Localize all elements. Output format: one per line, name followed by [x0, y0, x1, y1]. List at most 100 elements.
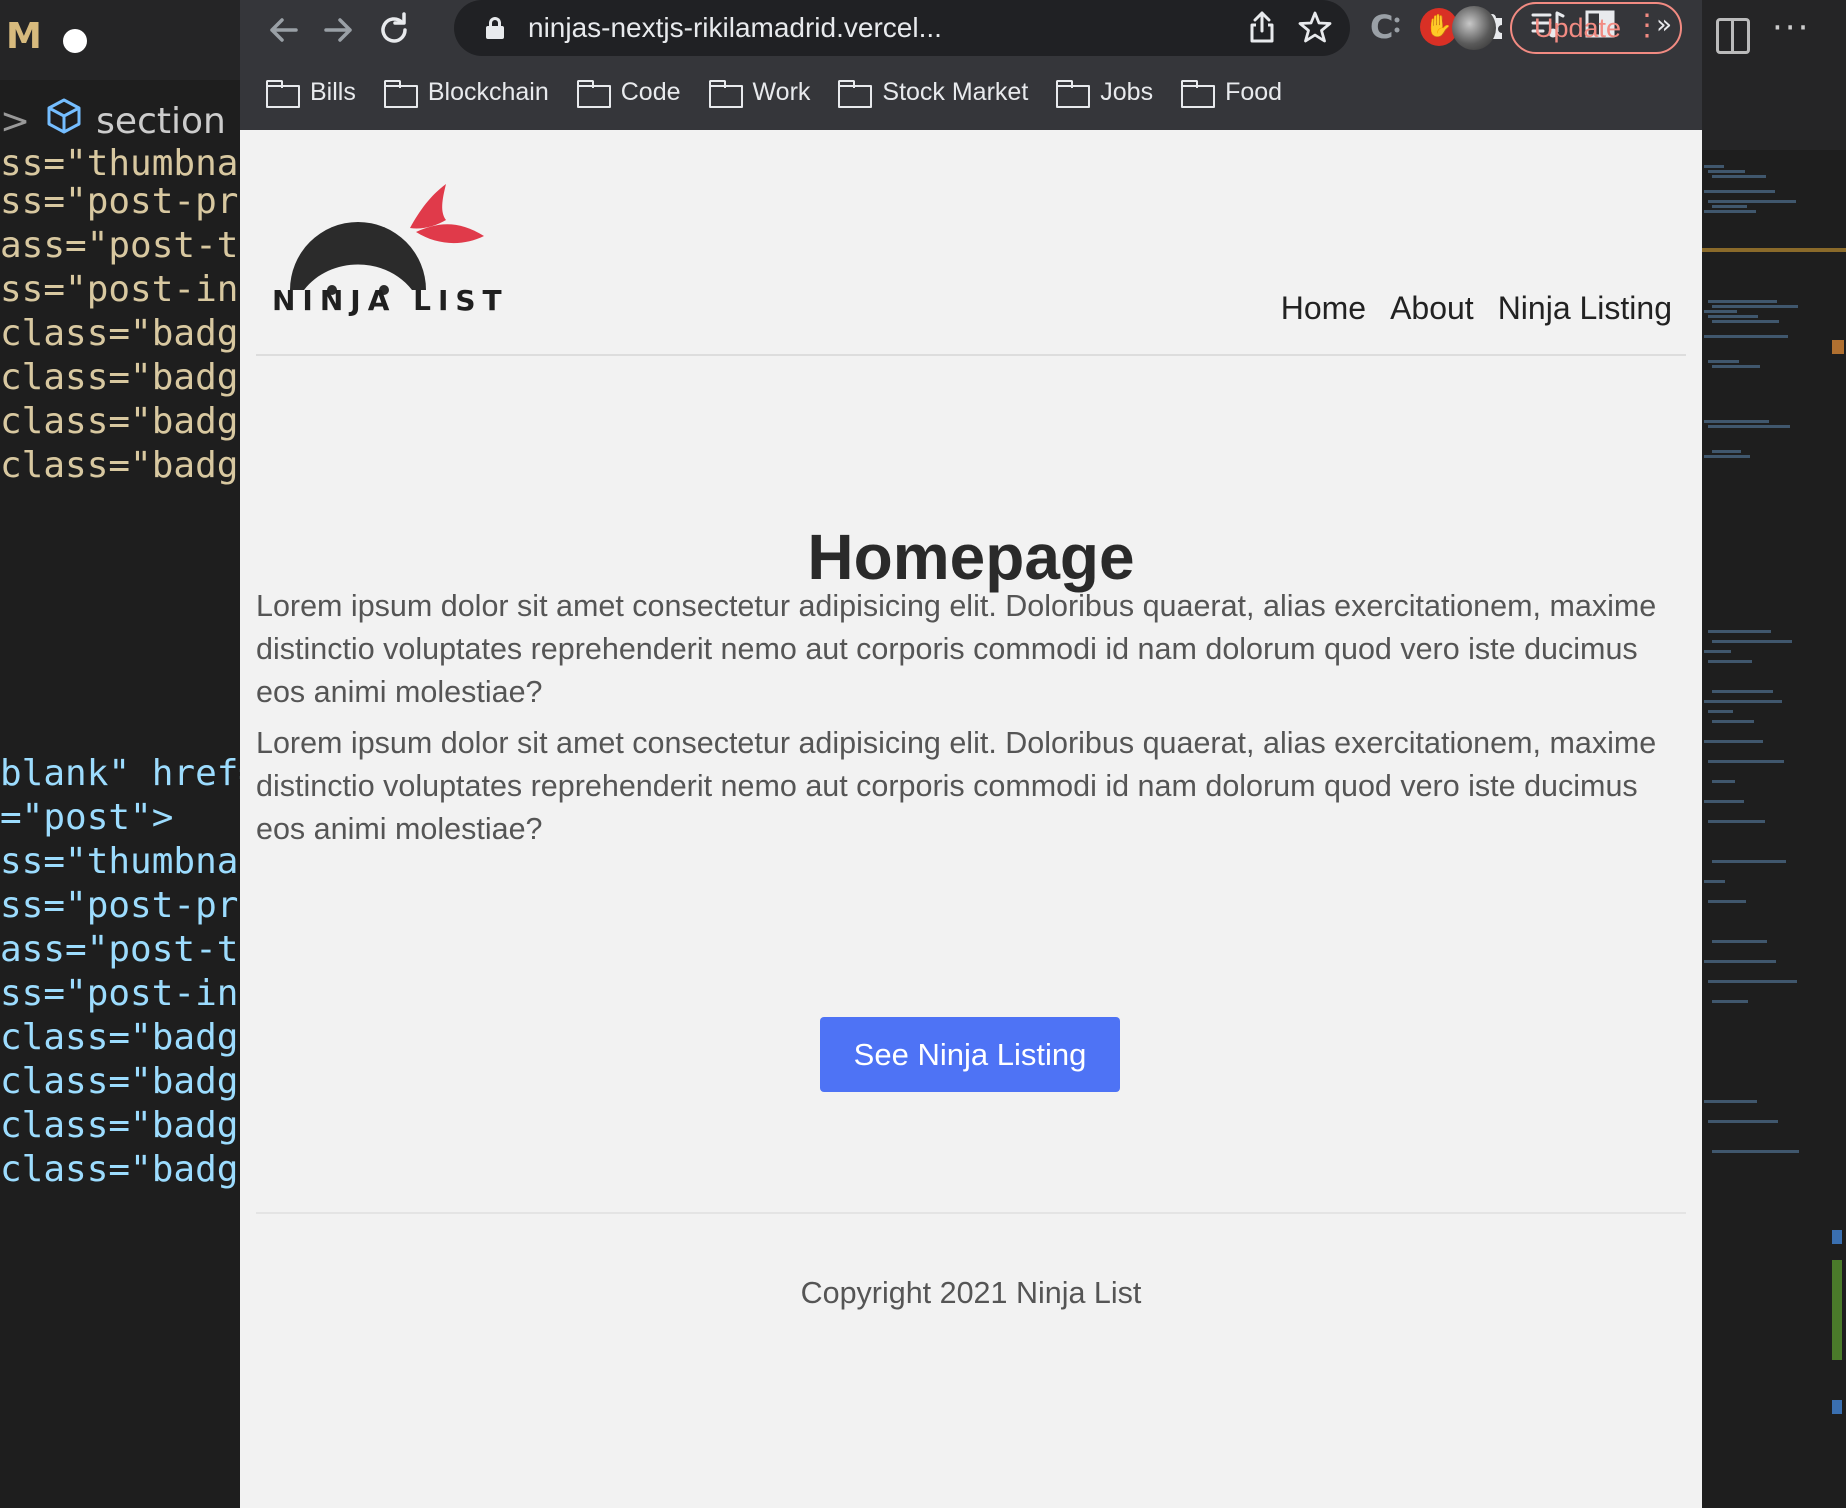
- bookmark-food[interactable]: Food: [1181, 77, 1283, 108]
- folder-icon: [838, 80, 873, 108]
- minimap-line: [1712, 320, 1779, 323]
- editor-tab-bar: M: [0, 0, 240, 80]
- main-nav: Home About Ninja Listing: [1257, 290, 1672, 327]
- lock-icon[interactable]: [486, 17, 504, 39]
- footer-divider: [256, 1212, 1686, 1214]
- minimap-line: [1704, 650, 1731, 653]
- bookmark-label: Code: [620, 77, 681, 106]
- code-editor-right: ···: [1702, 0, 1846, 1508]
- minimap-line: [1712, 305, 1798, 308]
- code-line: class="badge: [0, 445, 240, 486]
- modified-indicator-letter: M: [6, 16, 42, 57]
- minimap-line: [1704, 1100, 1757, 1103]
- minimap-line: [1708, 360, 1739, 363]
- url-text[interactable]: ninjas-nextjs-rikilamadrid.vercel...: [528, 12, 942, 44]
- minimap-line: [1704, 210, 1756, 213]
- page-title: Homepage: [807, 521, 1135, 593]
- minimap-line: [1704, 880, 1725, 883]
- editor-actions: ···: [1702, 0, 1846, 150]
- bookmark-label: Jobs: [1100, 77, 1154, 106]
- update-button-label: Update: [1534, 12, 1622, 43]
- minimap-line: [1704, 455, 1750, 458]
- browser-toolbar: ninjas-nextjs-rikilamadrid.vercel... C ✋…: [240, 0, 1702, 130]
- reload-icon[interactable]: [370, 6, 418, 54]
- bookmark-label: Food: [1225, 77, 1283, 106]
- minimap-line: [1712, 1000, 1748, 1003]
- bookmark-code[interactable]: Code: [576, 77, 681, 108]
- site-header: NINJA LIST Home About Ninja Listing: [256, 130, 1686, 356]
- split-editor-icon[interactable]: [1716, 18, 1750, 54]
- back-arrow-icon[interactable]: [260, 6, 308, 54]
- bookmark-label: Work: [752, 77, 811, 106]
- minimap-line: [1712, 450, 1741, 453]
- minimap-line: [1704, 420, 1769, 423]
- address-bar[interactable]: ninjas-nextjs-rikilamadrid.vercel...: [454, 0, 1350, 56]
- minimap-line: [1708, 300, 1777, 303]
- star-icon[interactable]: [1298, 10, 1332, 52]
- minimap-marker: [1832, 1400, 1842, 1414]
- minimap-line: [1704, 190, 1775, 193]
- minimap-line: [1712, 175, 1766, 178]
- bookmark-blockchain[interactable]: Blockchain: [383, 77, 549, 108]
- minimap-line: [1708, 900, 1746, 903]
- more-actions-icon[interactable]: ···: [1772, 8, 1810, 48]
- minimap-line: [1708, 1120, 1778, 1123]
- minimap-line: [1704, 800, 1744, 803]
- minimap-line: [1704, 310, 1737, 313]
- folder-icon: [576, 80, 611, 108]
- nav-home-link[interactable]: Home: [1281, 290, 1366, 327]
- bookmark-work[interactable]: Work: [708, 77, 811, 108]
- bookmark-label: Blockchain: [427, 77, 549, 106]
- intro-paragraph-2: Lorem ipsum dolor sit amet consectetur a…: [256, 726, 1657, 846]
- minimap-line: [1708, 630, 1771, 633]
- minimap-marker: [1832, 1230, 1842, 1244]
- minimap-line: [1708, 760, 1784, 763]
- minimap-line: [1704, 335, 1788, 338]
- bookmark-stock-market[interactable]: Stock Market: [838, 77, 1029, 108]
- minimap-line: [1708, 980, 1797, 983]
- code-editor-left: M > section ss="thumbnai ss="post-pre ass=…: [0, 0, 240, 1508]
- minimap-marker: [1702, 248, 1846, 252]
- browser-window: ninjas-nextjs-rikilamadrid.vercel... C ✋…: [240, 0, 1702, 1508]
- minimap-line: [1712, 640, 1792, 643]
- forward-arrow-icon[interactable]: [314, 6, 362, 54]
- folder-icon: [1056, 80, 1091, 108]
- folder-icon: [383, 80, 418, 108]
- web-page: NINJA LIST Home About Ninja Listing Home…: [240, 130, 1702, 1508]
- minimap-line: [1708, 425, 1790, 428]
- intro-paragraph-1: Lorem ipsum dolor sit amet consectetur a…: [256, 589, 1657, 709]
- minimap-line: [1704, 165, 1724, 168]
- bookmarks-overflow-icon[interactable]: »: [1656, 10, 1672, 40]
- bookmark-label: Bills: [310, 77, 356, 106]
- minimap-line: [1704, 960, 1776, 963]
- minimap-line: [1708, 710, 1733, 713]
- minimap-line: [1708, 200, 1796, 203]
- minimap-line: [1712, 780, 1735, 783]
- bookmarks-bar: Bills Blockchain Code Work Stock Market Jobs F…: [240, 64, 1702, 120]
- nav-about-link[interactable]: About: [1390, 290, 1474, 327]
- minimap-marker: [1832, 340, 1844, 354]
- bookmark-bills[interactable]: Bills: [266, 77, 356, 108]
- logo-text: NINJA LIST: [272, 284, 509, 317]
- see-ninja-listing-button[interactable]: See Ninja Listing: [820, 1017, 1120, 1092]
- minimap-line: [1708, 170, 1745, 173]
- minimap-line: [1712, 1150, 1799, 1153]
- profile-avatar[interactable]: [1452, 6, 1496, 50]
- minimap-line: [1708, 820, 1765, 823]
- unsaved-dot-icon[interactable]: [63, 29, 87, 53]
- minimap-line: [1712, 205, 1747, 208]
- bookmark-jobs[interactable]: Jobs: [1056, 77, 1154, 108]
- bookmark-label: Stock Market: [882, 77, 1029, 106]
- share-icon[interactable]: [1246, 10, 1278, 52]
- extension-c-icon[interactable]: C: [1368, 8, 1404, 52]
- folder-icon: [266, 80, 300, 108]
- folder-icon: [708, 80, 743, 108]
- minimap-line: [1704, 700, 1782, 703]
- minimap-line: [1712, 940, 1767, 943]
- breadcrumb-label: section: [96, 100, 226, 142]
- minimap-line: [1712, 860, 1786, 863]
- minimap-line: [1712, 690, 1773, 693]
- minimap-line: [1708, 315, 1758, 318]
- footer-copyright: Copyright 2021 Ninja List: [800, 1276, 1142, 1310]
- nav-ninja-listing-link[interactable]: Ninja Listing: [1498, 290, 1672, 327]
